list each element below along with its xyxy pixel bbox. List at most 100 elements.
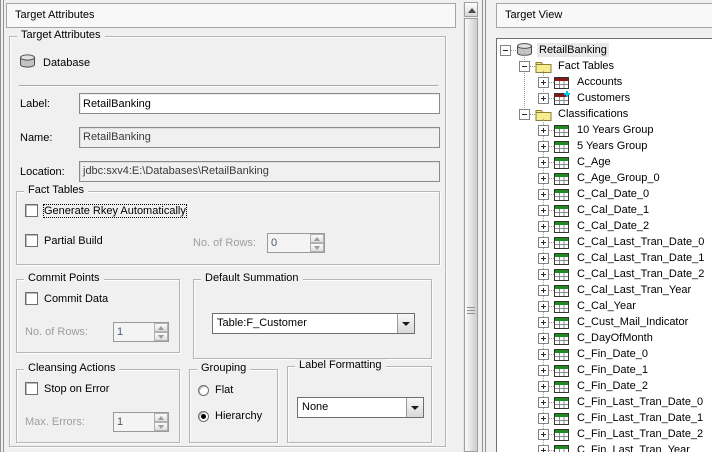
label-formatting-combobox[interactable]: None — [297, 397, 424, 418]
spin-up-icon — [158, 326, 164, 330]
collapse-icon[interactable] — [519, 109, 530, 120]
scroll-up-button[interactable] — [464, 2, 478, 17]
tree-item[interactable]: C_Fin_Last_Tran_Year — [497, 442, 712, 452]
expand-icon[interactable] — [538, 317, 549, 328]
table-green-icon — [554, 235, 572, 249]
expand-icon[interactable] — [538, 381, 549, 392]
name-field-caption: Name: — [20, 132, 52, 144]
default-summation-group: Default Summation Table:F_Customer — [193, 279, 432, 359]
location-readonly-field: jdbc:sxv4:E:\Databases\RetailBanking — [79, 161, 440, 182]
label-input[interactable] — [79, 93, 440, 114]
tree-item-label: C_Age — [575, 155, 613, 169]
tree-item-label: C_Fin_Date_0 — [575, 347, 650, 361]
stop-on-error-checkbox[interactable] — [25, 382, 38, 395]
no-of-rows-spinner: 0 — [267, 233, 325, 253]
expand-icon[interactable] — [538, 125, 549, 136]
tree-item[interactable]: C_Cal_Date_1 — [497, 202, 712, 218]
spinner-value: 0 — [268, 234, 310, 252]
tree-item[interactable]: Fact Tables — [497, 58, 712, 74]
tree-item[interactable]: C_Fin_Date_0 — [497, 346, 712, 362]
expand-icon[interactable] — [538, 429, 549, 440]
tree-item[interactable]: C_Cal_Date_2 — [497, 218, 712, 234]
tree-item[interactable]: C_Age — [497, 154, 712, 170]
panel-header-title: Target Attributes — [15, 9, 95, 21]
tree-item[interactable]: C_Cal_Date_0 — [497, 186, 712, 202]
table-green-icon — [554, 395, 572, 409]
no-of-rows-caption: No. of Rows: — [193, 237, 256, 249]
expand-icon[interactable] — [538, 397, 549, 408]
tree-item-label: 5 Years Group — [575, 139, 649, 153]
partial-build-checkbox[interactable] — [25, 234, 38, 247]
tree-item[interactable]: RetailBanking — [497, 42, 712, 58]
tree-item[interactable]: C_Cal_Last_Tran_Date_1 — [497, 250, 712, 266]
tree-item[interactable]: C_DayOfMonth — [497, 330, 712, 346]
spinner-value: 1 — [114, 323, 154, 341]
spin-up-button[interactable] — [154, 413, 168, 422]
commit-data-checkbox[interactable] — [25, 292, 38, 305]
combobox-dropdown-button[interactable] — [406, 398, 423, 417]
scroll-up-arrow-icon — [468, 8, 476, 13]
group-title: Label Formatting — [295, 359, 386, 371]
expand-icon[interactable] — [538, 173, 549, 184]
spin-up-button[interactable] — [154, 323, 168, 332]
expand-icon[interactable] — [538, 141, 549, 152]
tree-item[interactable]: C_Fin_Last_Tran_Date_2 — [497, 426, 712, 442]
tree-item[interactable]: C_Fin_Date_2 — [497, 378, 712, 394]
radio-flat[interactable]: Flat — [198, 384, 233, 396]
tree-item[interactable]: Accounts — [497, 74, 712, 90]
tree-item[interactable]: C_Cal_Year — [497, 298, 712, 314]
expand-icon[interactable] — [538, 157, 549, 168]
expand-icon[interactable] — [538, 349, 549, 360]
tree-item[interactable]: 10 Years Group — [497, 122, 712, 138]
tree-item[interactable]: C_Cal_Last_Tran_Date_2 — [497, 266, 712, 282]
expand-icon[interactable] — [538, 189, 549, 200]
tree-item[interactable]: C_Age_Group_0 — [497, 170, 712, 186]
expand-icon[interactable] — [538, 221, 549, 232]
tree-item[interactable]: C_Cal_Last_Tran_Date_0 — [497, 234, 712, 250]
tree-item[interactable]: C_Fin_Last_Tran_Date_0 — [497, 394, 712, 410]
expand-icon[interactable] — [538, 93, 549, 104]
combobox-dropdown-button[interactable] — [397, 314, 414, 333]
default-summation-combobox[interactable]: Table:F_Customer — [212, 313, 415, 334]
vertical-scrollbar[interactable] — [463, 2, 477, 452]
spin-up-button[interactable] — [310, 234, 324, 243]
expand-icon[interactable] — [538, 285, 549, 296]
expand-icon[interactable] — [538, 333, 549, 344]
commit-data-row: Commit Data — [25, 292, 108, 305]
chevron-down-icon — [411, 406, 419, 410]
expand-icon[interactable] — [538, 253, 549, 264]
expand-icon[interactable] — [538, 365, 549, 376]
expand-icon[interactable] — [538, 205, 549, 216]
expand-icon[interactable] — [538, 237, 549, 248]
label-formatting-group: Label Formatting None — [287, 366, 432, 443]
expand-icon[interactable] — [538, 445, 549, 452]
spinner-value: 1 — [114, 413, 154, 431]
spin-down-button[interactable] — [154, 332, 168, 341]
scrollbar-thumb[interactable] — [464, 18, 478, 452]
tree-item[interactable]: C_Cal_Last_Tran_Year — [497, 282, 712, 298]
group-title: Target Attributes — [17, 29, 105, 41]
expand-icon[interactable] — [538, 269, 549, 280]
tree-item-label: C_Fin_Last_Tran_Date_0 — [575, 395, 705, 409]
generate-rkey-checkbox[interactable] — [25, 204, 38, 217]
spin-down-button[interactable] — [310, 243, 324, 252]
tree-item[interactable]: C_Fin_Date_1 — [497, 362, 712, 378]
radio-hierarchy[interactable]: Hierarchy — [198, 410, 262, 422]
expand-icon[interactable] — [538, 77, 549, 88]
tree-item[interactable]: Classifications — [497, 106, 712, 122]
expand-icon[interactable] — [538, 413, 549, 424]
cleansing-actions-group: Cleansing Actions Stop on Error Max. Err… — [16, 369, 180, 443]
collapse-icon[interactable] — [519, 61, 530, 72]
tree-item[interactable]: C_Fin_Last_Tran_Date_1 — [497, 410, 712, 426]
expand-icon[interactable] — [538, 301, 549, 312]
partial-build-label: Partial Build — [44, 235, 103, 247]
table-green-icon — [554, 315, 572, 329]
collapse-icon[interactable] — [500, 45, 511, 56]
spin-down-icon — [314, 246, 320, 250]
target-view-tree[interactable]: RetailBankingFact TablesAccountsCustomer… — [496, 38, 712, 452]
tree-item-label: C_Cal_Last_Tran_Date_2 — [575, 267, 706, 281]
tree-item[interactable]: C_Cust_Mail_Indicator — [497, 314, 712, 330]
tree-item[interactable]: Customers — [497, 90, 712, 106]
spin-down-button[interactable] — [154, 422, 168, 431]
tree-item[interactable]: 5 Years Group — [497, 138, 712, 154]
